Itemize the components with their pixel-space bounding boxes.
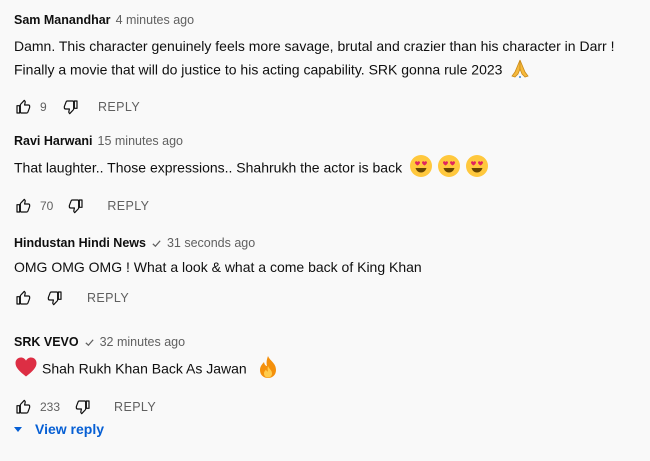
comment-text: OMG OMG OMG ! What a look & what a come … [14,256,650,278]
heart-eyes-icon [465,154,489,184]
like-count: 70 [40,199,54,213]
comment-text-content: Shah Rukh Khan Back As Jawan [42,360,247,377]
comment-timestamp[interactable]: 15 minutes ago [98,132,183,150]
comment-actions: REPLY [14,288,650,308]
comment-header: Ravi Harwani 15 minutes ago [14,132,650,150]
comment-3: Hindustan Hindi News 31 seconds ago OMG … [14,234,650,308]
like-count: 233 [40,400,61,414]
chevron-down-icon [14,426,22,432]
comment-author[interactable]: Sam Manandhar [14,11,111,29]
comment-actions: 70 REPLY [14,196,650,216]
comment-text-line-1: Damn. This character genuinely feels mor… [14,38,615,54]
comment-1: Sam Manandhar 4 minutes ago Damn. This c… [14,11,650,117]
comment-timestamp[interactable]: 32 minutes ago [100,333,185,351]
comment-author[interactable]: Hindustan Hindi News [14,234,146,252]
like-icon[interactable] [14,289,32,307]
folded-hands-icon [509,57,531,85]
comment-header: SRK VEVO 32 minutes ago [14,333,650,351]
verified-check-icon [151,238,162,249]
reply-button[interactable]: REPLY [98,100,140,114]
comment-timestamp[interactable]: 31 seconds ago [167,234,255,252]
comment-text-line-2: Finally a movie that will do justice to … [14,57,650,85]
red-heart-icon [14,355,38,385]
comment-timestamp[interactable]: 4 minutes ago [116,11,195,29]
dislike-icon[interactable] [46,289,64,307]
comment-text-content: That laughter.. Those expressions.. Shah… [14,159,403,176]
view-reply-button[interactable]: View reply [14,421,104,437]
heart-eyes-icon [437,154,461,184]
comment-2: Ravi Harwani 15 minutes ago That laughte… [14,132,650,216]
comment-text-line-2-content: Finally a movie that will do justice to … [14,61,503,78]
like-icon[interactable] [14,197,32,215]
reply-button[interactable]: REPLY [107,199,149,213]
fire-icon [257,355,279,385]
dislike-icon[interactable] [74,398,92,416]
comment-header: Sam Manandhar 4 minutes ago [14,11,650,29]
like-icon[interactable] [14,98,32,116]
verified-check-icon [84,337,95,348]
comment-author[interactable]: Ravi Harwani [14,132,93,150]
comment-text-content: OMG OMG OMG ! What a look & what a come … [14,259,422,275]
comment-author[interactable]: SRK VEVO [14,333,79,351]
comment-actions: 9 REPLY [14,97,650,117]
like-count: 9 [40,100,47,114]
reply-button[interactable]: REPLY [114,400,156,414]
view-reply-label: View reply [35,421,105,437]
reply-button[interactable]: REPLY [87,291,129,305]
heart-eyes-icon [409,154,433,184]
comment-text: Shah Rukh Khan Back As Jawan [14,355,650,385]
comment-text: Damn. This character genuinely feels mor… [14,35,650,85]
comment-text: That laughter.. Those expressions.. Shah… [14,154,650,184]
dislike-icon[interactable] [62,98,80,116]
like-icon[interactable] [14,398,32,416]
comment-header: Hindustan Hindi News 31 seconds ago [14,234,650,252]
dislike-icon[interactable] [67,197,85,215]
comment-actions: 233 REPLY [14,397,650,417]
comment-4: SRK VEVO 32 minutes ago Shah Rukh Khan B… [14,333,650,417]
